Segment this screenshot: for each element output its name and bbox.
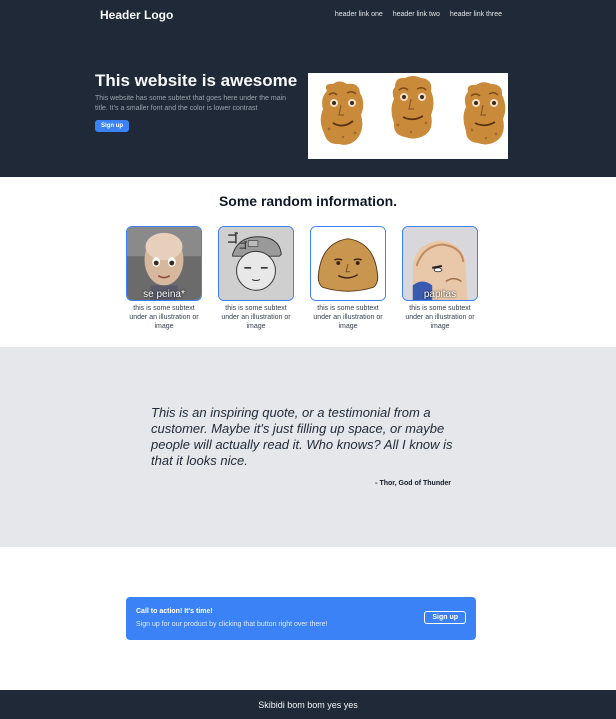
top-nav: Header Logo header link one header link … — [0, 0, 616, 32]
hero-section: Header Logo header link one header link … — [0, 0, 616, 177]
info-card: se peina* this is some subtext under an … — [126, 226, 202, 331]
footer: Skibidi bom bom yes yes — [0, 690, 616, 719]
quote-author: - Thor, God of Thunder — [375, 480, 451, 487]
anime-character-icon: papitas — [402, 226, 478, 301]
cta-signup-button[interactable]: Sign up — [424, 611, 466, 624]
info-card: ゴ ゴ this is some subtext under an illust… — [218, 226, 294, 331]
hero-text: This website is awesome This website has… — [95, 70, 300, 132]
hero-signup-button[interactable]: Sign up — [95, 120, 129, 132]
pou-face-icon — [310, 226, 386, 301]
card-grid: se peina* this is some subtext under an … — [126, 226, 478, 331]
card-overlay-text: se peina* — [143, 289, 185, 300]
info-card: this is some subtext under an illustrati… — [310, 226, 386, 331]
card-subtext: this is some subtext under an illustrati… — [313, 305, 383, 330]
card-subtext: this is some subtext under an illustrati… — [221, 305, 291, 330]
info-section: Some random information. se peina* this … — [0, 177, 616, 347]
cta-section: Call to action! It's time! Sign up for o… — [0, 547, 616, 690]
nugget-face-icon — [461, 81, 507, 147]
info-title: Some random information. — [218, 193, 398, 209]
nav-link-two[interactable]: header link two — [393, 11, 440, 18]
nav-link-one[interactable]: header link one — [335, 11, 383, 18]
nav-link-three[interactable]: header link three — [450, 11, 502, 18]
svg-text:ゴ: ゴ — [238, 239, 247, 251]
hero-image — [308, 73, 508, 159]
cta-subtext: Sign up for our product by clicking that… — [136, 621, 328, 628]
quote-section: This is an inspiring quote, or a testimo… — [0, 347, 616, 547]
svg-text:ゴ: ゴ — [227, 232, 239, 246]
card-overlay-text: papitas — [423, 289, 457, 300]
nugget-face-icon — [389, 75, 435, 141]
info-card: papitas this is some subtext under an il… — [402, 226, 478, 331]
hero-title: This website is awesome — [95, 71, 298, 90]
quote-text: This is an inspiring quote, or a testimo… — [151, 405, 453, 468]
bald-boy-icon: se peina* — [126, 226, 202, 301]
hero-subtext: This website has some subtext that goes … — [95, 95, 287, 112]
nugget-face-icon — [319, 81, 365, 147]
sketched-cap-face-icon: ゴ ゴ — [218, 226, 294, 301]
card-subtext: this is some subtext under an illustrati… — [129, 305, 199, 330]
footer-text: Skibidi bom bom yes yes — [258, 700, 358, 710]
header-logo[interactable]: Header Logo — [100, 8, 173, 22]
cta-banner: Call to action! It's time! Sign up for o… — [126, 597, 476, 640]
nav-links: header link one header link two header l… — [335, 11, 502, 18]
card-subtext: this is some subtext under an illustrati… — [405, 305, 475, 330]
cta-title: Call to action! It's time! — [136, 608, 213, 615]
